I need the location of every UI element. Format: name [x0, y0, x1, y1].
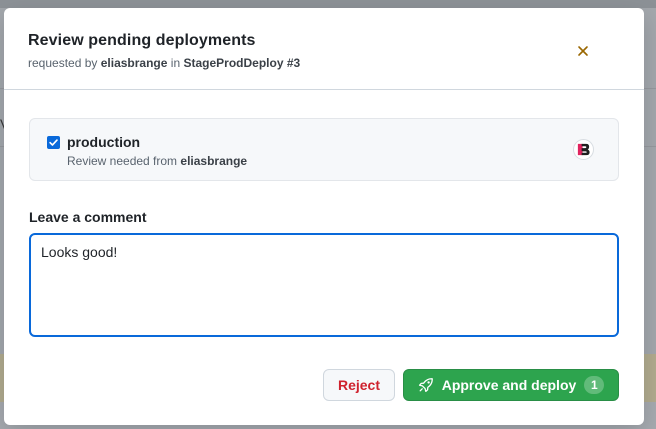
requester-name: eliasbrange	[100, 56, 168, 70]
reject-button[interactable]: Reject	[323, 369, 395, 401]
subtitle-prefix: requested by	[28, 56, 98, 70]
environment-checkbox[interactable]	[47, 136, 60, 149]
dialog-header: Review pending deployments requested by …	[4, 8, 644, 90]
review-prefix: Review needed from	[67, 154, 178, 168]
approve-and-deploy-button[interactable]: Approve and deploy 1	[403, 369, 619, 401]
approve-count-badge: 1	[584, 376, 605, 394]
comment-textarea[interactable]: Looks good!	[29, 233, 619, 337]
environment-card: production Review needed from eliasbrang…	[29, 118, 619, 181]
x-icon	[578, 46, 588, 56]
eb-logo-avatar-icon	[577, 143, 590, 156]
subtitle-middle: in	[170, 56, 181, 70]
close-button[interactable]	[570, 38, 596, 64]
checkmark-icon	[49, 139, 58, 146]
environment-review-note: Review needed from eliasbrange	[67, 154, 247, 168]
workflow-run-name: StageProdDeploy #3	[183, 56, 301, 70]
comment-label: Leave a comment	[29, 209, 147, 225]
review-deployments-dialog: Review pending deployments requested by …	[4, 8, 644, 425]
rocket-icon	[418, 377, 434, 393]
approve-button-label: Approve and deploy	[441, 377, 577, 393]
dialog-title: Review pending deployments	[28, 32, 256, 49]
reviewer-avatar	[573, 139, 594, 160]
reviewer-name: eliasbrange	[180, 154, 248, 168]
environment-name[interactable]: production	[67, 134, 140, 150]
backdrop-header-strip	[0, 0, 656, 8]
dialog-subtitle: requested by eliasbrange in StageProdDep…	[28, 56, 300, 70]
